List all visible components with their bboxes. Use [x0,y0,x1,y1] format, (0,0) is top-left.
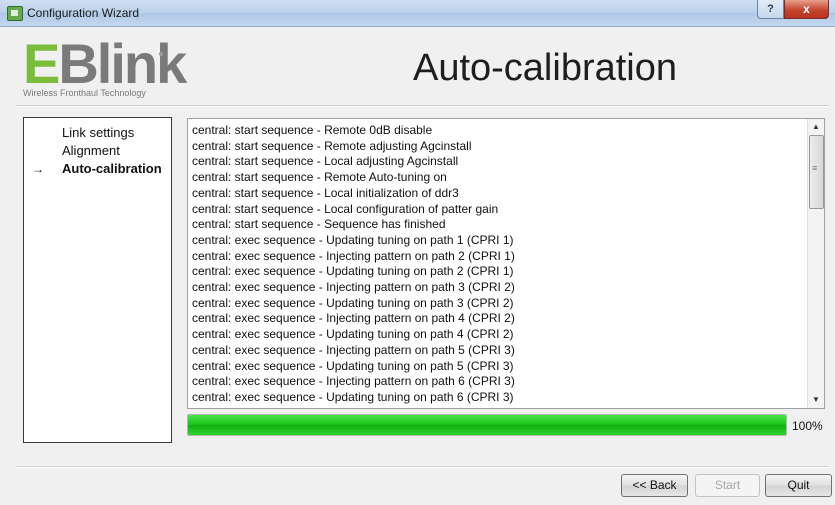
log-line: central: start sequence - Remote 0dB dis… [192,123,433,137]
log-line: central: exec sequence - Injecting patte… [192,248,515,263]
nav-item-link-settings[interactable]: Link settings [62,125,134,140]
calibration-progress-bar [187,414,787,436]
log-line: central: exec sequence - Updating tuning… [192,358,514,373]
log-line: central: exec sequence - Injecting patte… [192,311,515,326]
page-title: Auto-calibration [412,47,678,89]
window-title: Configuration Wizard [27,6,140,20]
eblink-logo: EBlink [23,32,187,95]
log-line: central: start sequence - Local configur… [192,201,499,216]
quit-button[interactable]: Quit [765,474,832,497]
log-lines: central: start sequence - Remote 0dB dis… [192,123,515,406]
log-line: central: start sequence - Local initiali… [192,185,459,200]
app-icon [7,6,23,21]
log-line: central: exec sequence - Injecting patte… [192,280,515,295]
logo-registered-mark [159,52,163,56]
help-button[interactable]: ? [757,0,784,19]
log-line: central: exec sequence - Updating tuning… [192,232,514,247]
log-line: central: exec sequence - Updating tuning… [192,264,514,279]
log-line: central: start sequence - Remote Auto-tu… [192,170,447,185]
logo-tagline: Wireless Fronthaul Technology [23,88,146,98]
log-line: central: start sequence - Local adjustin… [192,154,459,169]
wizard-steps-panel: → Link settings Alignment Auto-calibrati… [23,117,172,443]
header-divider [16,105,829,107]
log-line: central: exec sequence - Updating tuning… [192,389,514,404]
wizard-header: EBlink Wireless Fronthaul Technology Aut… [0,27,835,103]
log-line: central: exec sequence - Updating tuning… [192,327,514,342]
log-line: central: exec sequence - Updating tuning… [192,295,514,310]
calibration-log[interactable]: central: start sequence - Remote 0dB dis… [187,118,825,409]
log-line: central: exec sequence - Injecting patte… [192,374,515,389]
log-scrollbar[interactable]: ▲ ▼ [807,119,824,408]
current-step-arrow-icon: → [32,162,44,176]
footer-divider [16,466,829,468]
progress-percent: 100% [792,419,823,433]
start-button[interactable]: Start [695,474,760,497]
log-line: central: start sequence - Remote adjusti… [192,138,472,153]
log-line: central: start sequence - Sequence has f… [192,217,446,232]
scroll-down-icon[interactable]: ▼ [808,392,824,408]
window-title-bar[interactable]: Configuration Wizard ? x [0,0,835,27]
back-button[interactable]: << Back [621,474,688,497]
scroll-thumb[interactable] [809,135,824,209]
nav-item-alignment[interactable]: Alignment [62,143,120,158]
scroll-up-icon[interactable]: ▲ [808,119,824,135]
close-button[interactable]: x [784,0,829,19]
progress-fill [188,415,786,435]
nav-item-auto-calibration[interactable]: Auto-calibration [62,161,162,176]
log-line: central: exec sequence - Injecting patte… [192,342,515,357]
